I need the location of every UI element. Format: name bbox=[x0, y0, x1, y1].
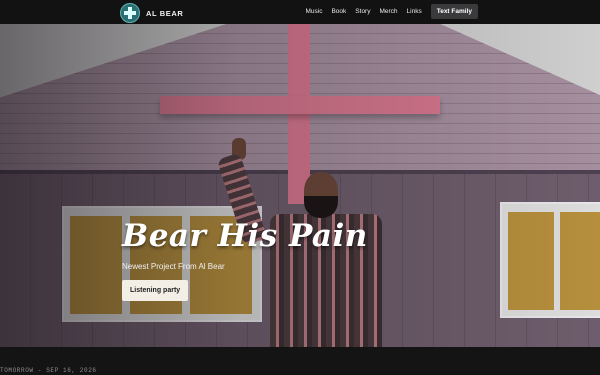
nav-link-story[interactable]: Story bbox=[355, 8, 370, 15]
event-date-text: TOMORROW - SEP 16, 2026 bbox=[0, 367, 97, 374]
nav-link-book[interactable]: Book bbox=[331, 8, 346, 15]
brand-name: AL BEAR bbox=[146, 8, 184, 18]
nav-link-music[interactable]: Music bbox=[305, 8, 322, 15]
hero-section bbox=[0, 24, 600, 347]
nav-links: Music Book Story Merch Links Text Family bbox=[305, 4, 478, 19]
text-family-button[interactable]: Text Family bbox=[430, 4, 478, 19]
brand[interactable]: AL BEAR bbox=[120, 3, 183, 23]
listening-party-button[interactable]: Listening party bbox=[122, 280, 189, 301]
hero-overlay bbox=[0, 24, 600, 347]
hero-headline: Bear His Pain bbox=[122, 218, 368, 254]
cross-logo-icon bbox=[120, 3, 140, 23]
hero-subheading: Newest Project From Al Bear bbox=[122, 262, 225, 271]
nav-link-merch[interactable]: Merch bbox=[379, 8, 397, 15]
top-navbar: AL BEAR Music Book Story Merch Links Tex… bbox=[0, 0, 600, 24]
nav-link-links[interactable]: Links bbox=[407, 8, 422, 15]
